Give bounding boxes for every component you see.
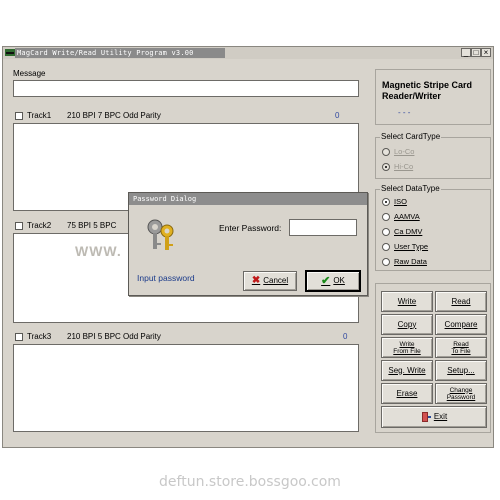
change-password-line2: Password (446, 393, 476, 401)
watermark: WWW. (75, 243, 122, 259)
message-field[interactable] (13, 80, 359, 97)
hico-radio[interactable] (382, 163, 390, 171)
hico-label: Hi-Co (394, 162, 414, 171)
track3-label: Track3 (27, 332, 52, 341)
aamva-radio[interactable] (382, 213, 390, 221)
erase-button[interactable]: Erase (381, 383, 433, 404)
read-to-file-line2: To File (451, 347, 471, 355)
exit-button[interactable]: Exit (381, 406, 487, 428)
iso-label: ISO (394, 197, 407, 206)
compare-button[interactable]: Compare (435, 314, 487, 335)
card-type-title: Select CardType (380, 132, 442, 141)
usertype-label: User Type (394, 242, 429, 251)
seg-write-button[interactable]: Seg. Write (381, 360, 433, 381)
read-to-file-line1: Read (453, 340, 469, 348)
app-icon (5, 49, 15, 56)
cancel-button[interactable]: ✖ Cancel (243, 271, 297, 291)
message-label: Message (13, 69, 46, 78)
track3-checkbox[interactable] (15, 333, 23, 341)
track2-label: Track2 (27, 221, 52, 230)
exit-label: Exit (433, 412, 448, 421)
cadmv-radio[interactable] (382, 228, 390, 236)
track3-spec: 210 BPI 5 BPC Odd Parity (67, 332, 161, 341)
usertype-radio[interactable] (382, 243, 390, 251)
setup-button[interactable]: Setup... (435, 360, 487, 381)
change-password-line1: Change (449, 386, 473, 394)
window-title: MagCard Write/Read Utility Program v3.00 (17, 49, 194, 57)
aamva-label: AAMVA (394, 212, 420, 221)
change-password-button[interactable]: Change Password (435, 383, 487, 404)
keys-icon (147, 219, 174, 250)
close-button[interactable]: × (481, 48, 491, 57)
write-from-file-button[interactable]: Write From File (381, 337, 433, 358)
door-exit-icon (421, 412, 431, 422)
track1-label: Track1 (27, 111, 52, 120)
rawdata-radio[interactable] (382, 258, 390, 266)
minimize-button[interactable]: _ (461, 48, 471, 57)
title-bar: MagCard Write/Read Utility Program v3.00… (3, 47, 493, 59)
track2-spec: 75 BPI 5 BPC (67, 221, 117, 230)
data-type-group: Select DataType ISO AAMVA Ca DMV User Ty… (375, 184, 491, 271)
loco-label: Lo-Co (394, 147, 415, 156)
write-from-file-line1: Write (399, 340, 415, 348)
track1-checkbox[interactable] (15, 112, 23, 120)
copy-button[interactable]: Copy (381, 314, 433, 335)
device-title: Magnetic Stripe Card Reader/Writer (382, 80, 473, 101)
ok-check-icon: ✔ (321, 275, 331, 287)
dialog-hint: Input password (137, 273, 195, 283)
password-label: Enter Password: (219, 223, 282, 233)
loco-radio[interactable] (382, 148, 390, 156)
dialog-title-bar: Password Dialog (129, 193, 367, 205)
ok-label: OK (333, 276, 345, 285)
read-button[interactable]: Read (435, 291, 487, 312)
track1-count: 0 (335, 111, 340, 120)
write-button[interactable]: Write (381, 291, 433, 312)
password-input[interactable] (289, 219, 357, 236)
cancel-label: Cancel (263, 276, 289, 285)
footer-watermark: deftun.store.bossgoo.com (159, 474, 341, 490)
cadmv-label: Ca DMV (394, 227, 423, 236)
device-status: - - - (398, 108, 411, 117)
track1-spec: 210 BPI 7 BPC Odd Parity (67, 111, 161, 120)
dialog-title: Password Dialog (133, 195, 197, 203)
write-from-file-line2: From File (393, 347, 421, 355)
password-dialog: Password Dialog Enter Password: Input pa… (128, 192, 368, 296)
track3-data-field[interactable] (13, 344, 359, 432)
iso-radio[interactable] (382, 198, 390, 206)
cancel-x-icon: ✖ (251, 275, 261, 286)
track3-count: 0 (343, 332, 348, 341)
rawdata-label: Raw Data (394, 257, 427, 266)
read-to-file-button[interactable]: Read To File (435, 337, 487, 358)
data-type-title: Select DataType (380, 184, 441, 193)
device-info-panel: Magnetic Stripe Card Reader/Writer - - - (375, 69, 491, 125)
track2-checkbox[interactable] (15, 222, 23, 230)
ok-button[interactable]: ✔ OK (305, 270, 361, 292)
card-type-group: Select CardType Lo-Co Hi-Co (375, 132, 491, 179)
maximize-button[interactable]: □ (471, 48, 481, 57)
